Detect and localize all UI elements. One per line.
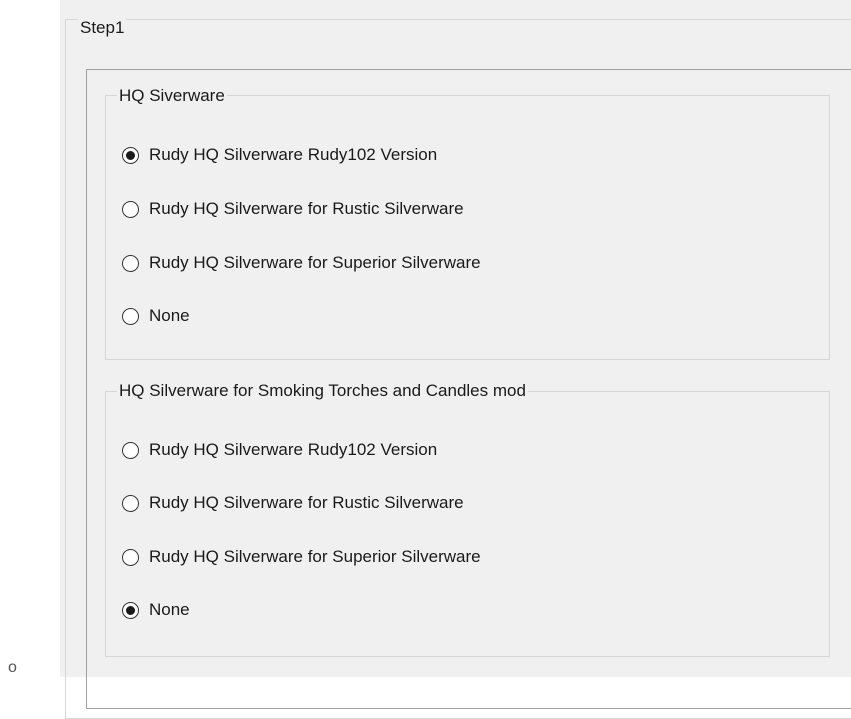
smoking-torches-groupbox xyxy=(105,391,830,657)
stray-glyph: o xyxy=(8,659,17,676)
radio-label: Rudy HQ Silverware Rudy102 Version xyxy=(149,145,438,164)
radio-option-g2-none[interactable]: None xyxy=(122,597,190,623)
radio-label: Rudy HQ Silverware Rudy102 Version xyxy=(149,440,438,459)
hq-siverware-group-title: HQ Siverware xyxy=(117,86,227,106)
radio-button-icon[interactable] xyxy=(122,601,139,619)
radio-option-g2-rustic[interactable]: Rudy HQ Silverware for Rustic Silverware xyxy=(122,490,464,516)
radio-button-icon[interactable] xyxy=(122,441,139,459)
radio-option-g2-rudy102[interactable]: Rudy HQ Silverware Rudy102 Version xyxy=(122,437,437,463)
radio-option-g2-superior[interactable]: Rudy HQ Silverware for Superior Silverwa… xyxy=(122,544,481,570)
radio-label: Rudy HQ Silverware for Rustic Silverware xyxy=(149,493,464,512)
smoking-torches-group-title: HQ Silverware for Smoking Torches and Ca… xyxy=(117,381,528,401)
radio-label: None xyxy=(149,600,190,619)
radio-option-g1-rudy102[interactable]: Rudy HQ Silverware Rudy102 Version xyxy=(122,142,437,168)
radio-label: Rudy HQ Silverware for Superior Silverwa… xyxy=(149,547,481,566)
radio-button-icon[interactable] xyxy=(122,548,139,566)
radio-label: Rudy HQ Silverware for Superior Silverwa… xyxy=(149,253,481,272)
radio-option-g1-rustic[interactable]: Rudy HQ Silverware for Rustic Silverware xyxy=(122,196,464,222)
radio-label: Rudy HQ Silverware for Rustic Silverware xyxy=(149,199,464,218)
radio-button-icon[interactable] xyxy=(122,307,139,325)
radio-button-icon[interactable] xyxy=(122,254,139,272)
radio-option-g1-superior[interactable]: Rudy HQ Silverware for Superior Silverwa… xyxy=(122,250,481,276)
step-title: Step1 xyxy=(78,18,127,38)
radio-button-icon[interactable] xyxy=(122,494,139,512)
hq-siverware-groupbox xyxy=(105,95,830,360)
radio-label: None xyxy=(149,306,190,325)
radio-option-g1-none[interactable]: None xyxy=(122,303,190,329)
radio-button-icon[interactable] xyxy=(122,146,139,164)
radio-button-icon[interactable] xyxy=(122,200,139,218)
